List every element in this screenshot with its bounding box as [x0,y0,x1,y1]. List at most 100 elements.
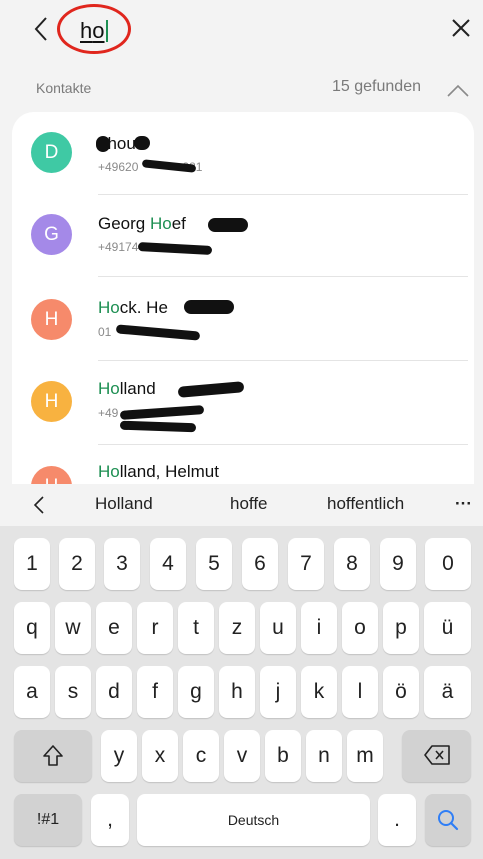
redaction-mark [115,324,201,341]
key-w[interactable]: w [55,602,91,654]
avatar: H [31,466,72,484]
shift-key[interactable] [14,730,92,782]
divider [98,360,468,361]
key-x[interactable]: x [142,730,178,782]
redaction-mark [119,405,205,420]
key-2[interactable]: 2 [59,538,95,590]
key-u-umlaut[interactable]: ü [424,602,471,654]
contact-row[interactable]: G Georg Hoef +49174 [12,196,474,276]
key-o[interactable]: o [342,602,378,654]
divider [98,276,468,277]
key-7[interactable]: 7 [288,538,324,590]
key-m[interactable]: m [347,730,383,782]
suggestion-bar: Holland hoffe hoffentlich ··· [0,484,483,526]
key-5[interactable]: 5 [196,538,232,590]
period-key[interactable]: . [378,794,416,846]
backspace-icon [423,745,450,765]
key-u[interactable]: u [260,602,296,654]
contact-number: +49 [98,406,119,420]
avatar: G [31,214,72,255]
contacts-section-header: Kontakte 15 gefunden [0,76,483,104]
search-input[interactable]: ho [57,4,135,58]
contact-name: Hock. He [98,298,168,317]
avatar: H [31,381,72,422]
key-t[interactable]: t [178,602,214,654]
contact-number: +49174 [98,240,139,254]
shift-icon [43,745,63,766]
key-y[interactable]: y [101,730,137,782]
back-arrow-icon [34,17,47,41]
search-query: ho [80,18,108,44]
redaction-mark [177,381,245,398]
key-b[interactable]: b [265,730,301,782]
avatar: D [31,132,72,173]
key-0[interactable]: 0 [425,538,471,590]
key-6[interactable]: 6 [242,538,278,590]
keyboard: 1 2 3 4 5 6 7 8 9 0 q w e r t z u i o p … [0,526,483,859]
contact-name: Georg Hoef [98,214,186,233]
key-4[interactable]: 4 [150,538,186,590]
key-3[interactable]: 3 [104,538,140,590]
key-h[interactable]: h [219,666,255,718]
redaction-mark [96,136,110,152]
search-key[interactable] [425,794,471,846]
redaction-mark [119,420,197,433]
back-button[interactable] [30,14,54,44]
key-s[interactable]: s [55,666,91,718]
space-key[interactable]: Deutsch [137,794,370,846]
redaction-mark [134,136,150,150]
key-p[interactable]: p [383,602,419,654]
result-count: 15 gefunden [332,78,421,95]
key-c[interactable]: c [183,730,219,782]
more-suggestions-button[interactable]: ··· [455,494,472,514]
contact-number: 01 [98,325,112,339]
clear-search-button[interactable] [449,16,473,40]
key-i[interactable]: i [301,602,337,654]
key-a-umlaut[interactable]: ä [424,666,471,718]
redaction-mark [184,300,234,314]
key-k[interactable]: k [301,666,337,718]
key-l[interactable]: l [342,666,378,718]
key-g[interactable]: g [178,666,214,718]
contact-row[interactable]: H Holland +49 [12,362,474,442]
collapse-results-button[interactable] [446,84,470,98]
key-n[interactable]: n [306,730,342,782]
key-f[interactable]: f [137,666,173,718]
key-1[interactable]: 1 [14,538,50,590]
key-d[interactable]: d [96,666,132,718]
divider [98,444,468,445]
suggestion-item[interactable]: hoffentlich [327,494,404,514]
backspace-key[interactable] [402,730,471,782]
key-q[interactable]: q [14,602,50,654]
key-8[interactable]: 8 [334,538,370,590]
key-z[interactable]: z [219,602,255,654]
key-e[interactable]: e [96,602,132,654]
suggestion-item[interactable]: Holland [95,494,153,514]
text-cursor [105,20,108,42]
contact-name: Holland [98,379,156,398]
suggestion-item[interactable]: hoffe [230,494,268,514]
search-header: ho [0,0,483,66]
key-o-umlaut[interactable]: ö [383,666,419,718]
symbols-key[interactable]: !#1 [14,794,82,846]
search-icon [438,810,459,831]
collapse-suggestions-button[interactable] [30,493,50,517]
redaction-mark [208,218,248,232]
contact-row[interactable]: H Hock. He 01 [12,278,474,358]
avatar: H [31,299,72,340]
contact-results-list: D ehou +49620281 G Georg Hoef +49174 H H… [12,112,474,484]
comma-key[interactable]: , [91,794,129,846]
key-r[interactable]: r [137,602,173,654]
key-j[interactable]: j [260,666,296,718]
redaction-mark [137,242,213,255]
close-icon [452,19,470,37]
chevron-left-icon [33,496,44,514]
contact-row[interactable]: H Holland, Helmut [12,446,474,484]
contact-name: Holland, Helmut [98,462,219,481]
chevron-up-icon [447,84,469,97]
key-v[interactable]: v [224,730,260,782]
key-a[interactable]: a [14,666,50,718]
divider [98,194,468,195]
key-9[interactable]: 9 [380,538,416,590]
contact-row[interactable]: D ehou +49620281 [12,112,474,192]
